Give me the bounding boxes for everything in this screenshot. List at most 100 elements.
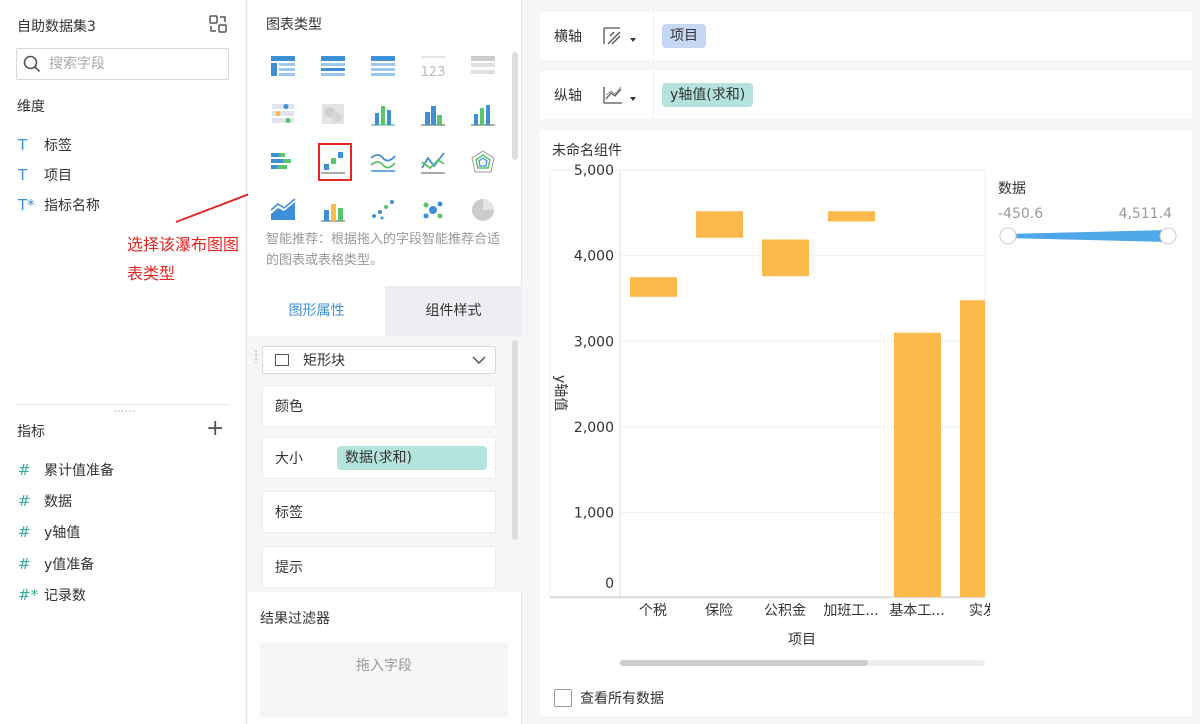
show-all-data-checkbox[interactable]: 查看所有数据	[554, 688, 664, 708]
widget-title: 未命名组件	[552, 143, 622, 159]
field-label: 记录数	[44, 588, 86, 604]
smart-recommend-hint: 智能推荐：根据拖入的字段智能推荐合适的图表或表格类型。	[266, 232, 501, 268]
chevron-down-icon	[472, 356, 486, 365]
number-field-icon: #	[18, 492, 31, 510]
resize-handle[interactable]: ⋯⋯	[114, 406, 136, 417]
filter-dropzone[interactable]: 拖入字段	[260, 642, 508, 718]
field-panel: 自助数据集3 维度 T 标签 T 项目 T* 指标名称 选择该瀑布图图表类型 ⋯⋯ 指…	[0, 0, 247, 724]
text-field-icon: T	[18, 166, 28, 184]
panel-divider	[17, 404, 229, 405]
property-label: 标签	[275, 505, 303, 521]
measure-field[interactable]: # 数据	[18, 491, 72, 511]
x-axis-row: 横轴 项目	[540, 12, 1192, 60]
x-axis-label: 横轴	[554, 29, 582, 45]
switch-dataset-icon[interactable]	[208, 14, 228, 34]
y-tick-label: 4,000	[574, 249, 614, 265]
radar-chart-icon[interactable]	[468, 148, 498, 176]
x-tick-label: 基本工...	[889, 602, 944, 619]
dimension-section-label: 维度	[17, 99, 45, 115]
field-label: 标签	[44, 138, 72, 154]
table-icon[interactable]	[268, 52, 298, 80]
checkbox-label: 查看所有数据	[580, 691, 664, 707]
dimension-field[interactable]: T 项目	[18, 165, 72, 185]
field-label: y值准备	[44, 557, 95, 573]
scatter-chart-icon[interactable]	[368, 196, 398, 224]
property-label: 颜色	[275, 399, 303, 415]
x-tick-label: 保险	[705, 603, 733, 619]
y-axis-title: y轴值	[552, 375, 568, 411]
checkbox[interactable]	[554, 689, 572, 707]
label-property[interactable]: 标签	[262, 491, 496, 533]
legend-slider[interactable]	[998, 226, 1182, 246]
y-axis-row: 纵轴 y轴值(求和)	[540, 71, 1192, 119]
kpi-card-icon[interactable]	[468, 52, 498, 80]
horizontal-scrollbar-thumb	[620, 660, 868, 666]
chart-type-scrollbar[interactable]	[512, 52, 518, 160]
property-label: 大小	[275, 451, 303, 467]
property-tabs: 图形属性 组件样式	[248, 286, 522, 336]
number-field-icon: #	[18, 461, 31, 479]
pie-chart-icon[interactable]	[468, 196, 498, 224]
size-field-pill[interactable]: 数据(求和)	[337, 446, 487, 470]
dimension-field[interactable]: T 标签	[18, 135, 72, 155]
waterfall-bar	[960, 300, 985, 597]
y-axis-field-pill[interactable]: y轴值(求和)	[662, 83, 754, 107]
waterfall-chart: 5,000 4,000 3,000 2,000 1,000 0 y轴值个税 保险 公积金 加班工.…	[549, 163, 990, 666]
tab-component-style[interactable]: 组件样式	[385, 286, 522, 336]
x-tick-label: 加班工...	[823, 603, 878, 619]
tab-graphic-properties[interactable]: 图形属性	[248, 286, 385, 336]
field-label: 指标名称	[44, 198, 100, 214]
crosstab-icon[interactable]	[318, 52, 348, 80]
dataset-title: 自助数据集3	[17, 19, 96, 35]
area-chart-icon[interactable]	[268, 196, 298, 224]
bubble-chart-icon[interactable]	[418, 196, 448, 224]
sort-icon[interactable]	[600, 12, 654, 60]
color-property[interactable]: 颜色	[262, 385, 496, 427]
measure-field[interactable]: # y值准备	[18, 554, 94, 574]
rectangle-icon	[275, 354, 289, 366]
number-field-icon: #*	[18, 586, 39, 604]
map-icon[interactable]	[318, 100, 348, 128]
waterfall-bar	[762, 239, 809, 277]
legend-min: -450.6	[998, 206, 1044, 222]
number-field-icon: #	[18, 555, 31, 573]
multi-line-icon[interactable]	[368, 148, 398, 176]
drag-handle-icon[interactable]: ⋮ ⋮	[251, 351, 261, 365]
measure-field[interactable]: #* 记录数	[18, 585, 86, 605]
size-property[interactable]: 大小 数据(求和)	[262, 437, 496, 479]
chart-type-dropdown-icon[interactable]	[600, 71, 654, 119]
property-scrollbar[interactable]	[512, 340, 518, 540]
measure-field[interactable]: # y轴值	[18, 522, 80, 542]
dimension-field[interactable]: T* 指标名称	[18, 195, 100, 215]
annotation-text: 选择该瀑布图图表类型	[127, 235, 240, 283]
tooltip-property[interactable]: 提示	[262, 546, 496, 588]
waterfall-bar	[630, 277, 677, 297]
column-chart-icon[interactable]	[418, 100, 448, 128]
y-tick-label: 3,000	[574, 334, 614, 350]
field-search[interactable]	[16, 48, 229, 80]
y-tick-label: 1,000	[574, 505, 614, 521]
measure-field[interactable]: # 累计值准备	[18, 460, 114, 480]
line-chart-icon[interactable]	[418, 148, 448, 176]
combo-chart-icon[interactable]	[318, 196, 348, 224]
selected-chart-highlight	[318, 143, 352, 181]
multi-column-icon[interactable]	[468, 100, 498, 128]
search-input[interactable]	[49, 56, 199, 72]
slider-handle-max	[1159, 227, 1177, 245]
x-tick-label: 公积金	[764, 603, 806, 619]
waterfall-bar	[696, 211, 743, 238]
field-label: 数据	[44, 494, 72, 510]
field-label: y轴值	[44, 525, 81, 541]
stacked-bar-icon[interactable]	[268, 148, 298, 176]
add-measure-button[interactable]: +	[206, 418, 224, 440]
detail-table-icon[interactable]	[368, 52, 398, 80]
shape-type-select[interactable]: 矩形块	[262, 346, 496, 374]
x-axis-title: 项目	[788, 632, 816, 648]
x-axis-field-pill[interactable]: 项目	[662, 24, 706, 48]
measure-section-label: 指标	[17, 424, 45, 440]
grouped-bar-icon[interactable]	[368, 100, 398, 128]
y-axis-label: 纵轴	[554, 88, 582, 104]
dot-bar-icon[interactable]	[268, 100, 298, 128]
chart-widget: 未命名组件 5,000 4,000 3,000 2,000 1,000 0 y轴值 个税 保险 公…	[540, 130, 1192, 716]
kpi-number-icon[interactable]: 123	[418, 52, 448, 80]
